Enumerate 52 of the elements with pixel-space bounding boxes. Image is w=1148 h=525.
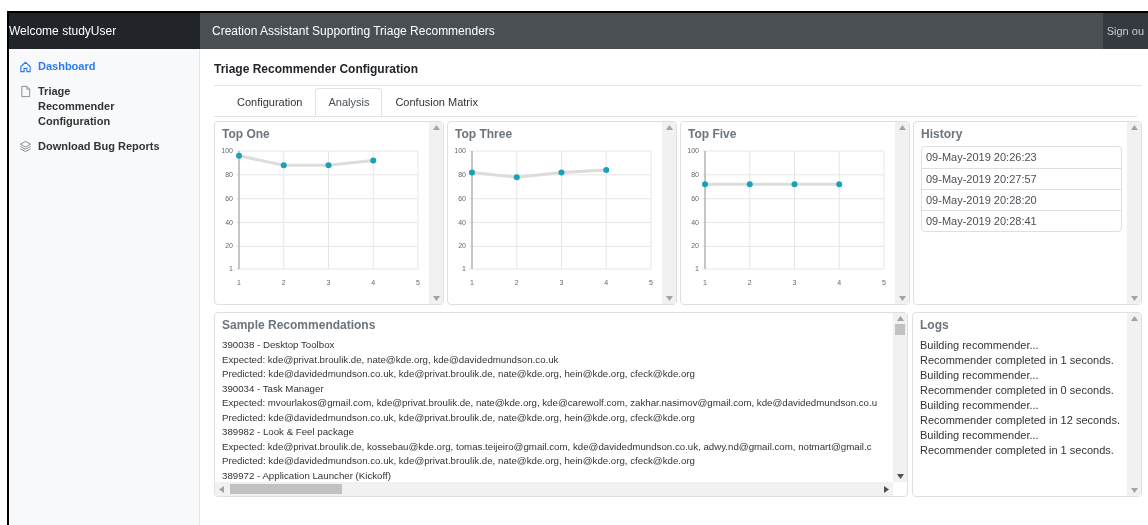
recommendation-line: 389972 - Application Launcher (Kickoff) [222, 468, 392, 482]
welcome-text: Welcome studyUser [9, 23, 117, 40]
recommendation-line: Expected: kde@privat.broulik.de, kossebau@kde.org, tomas.teijeiro@gmail.com, kde@davidedmundson.co.uk, adwy.nd@gmail.com, notmart@gmail.c [222, 439, 873, 454]
chart-title: Top Three [455, 126, 514, 143]
scroll-up-icon[interactable] [898, 125, 906, 130]
home-icon [19, 60, 32, 73]
scroll-up-icon[interactable] [665, 125, 673, 130]
app-title: Creation Assistant Supporting Triage Recommenders [211, 23, 495, 40]
recommendation-line: 390034 - Task Manager [222, 381, 325, 396]
scrollbar-thumb[interactable] [895, 324, 905, 335]
log-line: Building recommender... [920, 368, 1040, 383]
sidebar-item[interactable]: Download Bug Reports [19, 139, 191, 154]
log-line: Recommender completed in 0 seconds. [920, 383, 1115, 398]
recommendation-line: 389982 - Look & Feel package [222, 425, 355, 439]
log-line: Building recommender... [920, 428, 1040, 443]
scroll-down-icon[interactable] [896, 474, 904, 479]
history-item[interactable]: 09-May-2019 20:28:41 [922, 210, 1121, 231]
scroll-right-icon[interactable] [884, 485, 889, 493]
history-item[interactable]: 09-May-2019 20:26:23 [922, 147, 1121, 168]
tab[interactable]: Configuration [224, 88, 316, 116]
history-item[interactable]: 09-May-2019 20:27:57 [922, 168, 1121, 189]
sign-out-link[interactable]: Sign ou [1102, 13, 1148, 49]
log-line: Recommender completed in 12 seconds. [920, 413, 1121, 428]
log-line: Recommender completed in 1 seconds. [920, 443, 1115, 458]
log-line: Building recommender... [920, 398, 1040, 413]
chart-title: Top One [222, 126, 271, 143]
recommendation-line: Predicted: kde@davidedmundson.co.uk, kde@privat.broulik.de, nate@kde.org, hein@kde.org, cfeck@kde.org [222, 367, 696, 381]
sidebar-item[interactable]: Triage Recommender Configuration [19, 84, 191, 129]
scroll-up-icon[interactable] [1130, 125, 1138, 130]
panel-title: Sample Recommendations [222, 317, 377, 334]
tab[interactable]: Analysis [315, 88, 383, 116]
history-item[interactable]: 09-May-2019 20:28:20 [922, 189, 1121, 210]
recommendation-line: Predicted: kde@davidedmundson.co.uk, kde@privat.broulik.de, nate@kde.org, hein@kde.org, cfeck@kde.org [222, 410, 696, 425]
scroll-up-icon[interactable] [432, 125, 440, 130]
file-icon [19, 85, 32, 98]
log-line: Recommender completed in 1 seconds. [920, 353, 1115, 368]
tab[interactable]: Confusion Matrix [382, 88, 491, 116]
panel-title: History [921, 126, 964, 143]
scroll-up-icon[interactable] [896, 316, 904, 321]
scroll-left-icon[interactable] [219, 485, 224, 493]
recommendation-line: Predicted: kde@davidedmundson.co.uk, kde@privat.broulik.de, nate@kde.org, hein@kde.org, cfeck@kde.org [222, 454, 696, 468]
scroll-up-icon[interactable] [1130, 316, 1138, 321]
layers-icon [19, 140, 32, 153]
recommendation-line: Expected: mvourlakos@gmail.com, kde@privat.broulik.de, nate@kde.org, kde@carewolf.com, zakhar.nasimov@gmail.com, kde@davidedmundson.co.u [222, 396, 879, 410]
recommendation-line: Expected: kde@privat.broulik.de, nate@kde.org, kde@davidedmundson.co.uk [222, 352, 560, 367]
chart-title: Top Five [688, 126, 738, 143]
scrollbar-thumb[interactable] [230, 484, 342, 494]
page-title: Triage Recommender Configuration [214, 60, 1142, 86]
sidebar-item[interactable]: Dashboard [19, 59, 191, 74]
log-line: Building recommender... [920, 338, 1040, 353]
recommendation-line: 390038 - Desktop Toolbox [222, 338, 336, 352]
panel-title: Logs [920, 317, 950, 334]
